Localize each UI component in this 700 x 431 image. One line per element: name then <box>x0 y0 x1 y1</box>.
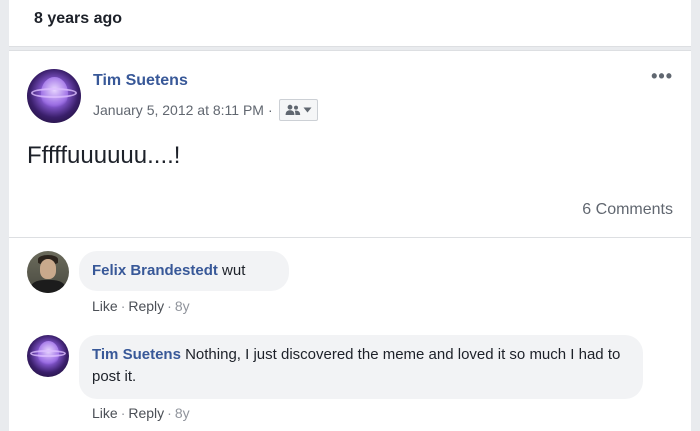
reply-link[interactable]: Reply <box>128 405 164 421</box>
more-options-button[interactable]: ••• <box>651 67 673 85</box>
post-meta: January 5, 2012 at 8:11 PM · <box>93 99 318 121</box>
post-card: Tim Suetens January 5, 2012 at 8:11 PM ·… <box>9 50 691 431</box>
comments-count-link[interactable]: 6 Comments <box>582 201 673 219</box>
comment-avatar-tim[interactable] <box>27 335 69 377</box>
like-link[interactable]: Like <box>92 298 118 314</box>
post-timestamp[interactable]: January 5, 2012 at 8:11 PM <box>93 102 264 118</box>
author-avatar[interactable] <box>27 69 81 123</box>
meta-separator: · <box>267 102 273 118</box>
comment-bubble: Tim Suetens Nothing, I just discovered t… <box>79 335 643 399</box>
reply-link[interactable]: Reply <box>128 298 164 314</box>
comment-age[interactable]: 8y <box>175 298 190 314</box>
comment-actions: Like · Reply · 8y <box>92 298 190 314</box>
post-text: Fffffuuuuuu....! <box>27 142 181 169</box>
comments-divider <box>9 237 691 238</box>
comment-actions: Like · Reply · 8y <box>92 405 190 421</box>
comment-author[interactable]: Tim Suetens <box>92 346 181 363</box>
post-author-name[interactable]: Tim Suetens <box>93 72 188 90</box>
time-ago-label: 8 years ago <box>34 10 123 27</box>
friends-icon <box>285 104 300 115</box>
comment-avatar-felix[interactable] <box>27 251 69 293</box>
facebook-post-screenshot: 8 years ago Tim Suetens January 5, 2012 … <box>0 0 700 431</box>
comment-text: wut <box>222 262 246 279</box>
memory-header: 8 years ago <box>9 0 691 47</box>
comment-author[interactable]: Felix Brandestedt <box>92 262 218 279</box>
like-link[interactable]: Like <box>92 405 118 421</box>
comment-bubble: Felix Brandestedt wut <box>79 251 289 291</box>
comment-age[interactable]: 8y <box>175 405 190 421</box>
chevron-down-icon <box>303 107 312 113</box>
audience-selector-button[interactable] <box>278 99 318 121</box>
